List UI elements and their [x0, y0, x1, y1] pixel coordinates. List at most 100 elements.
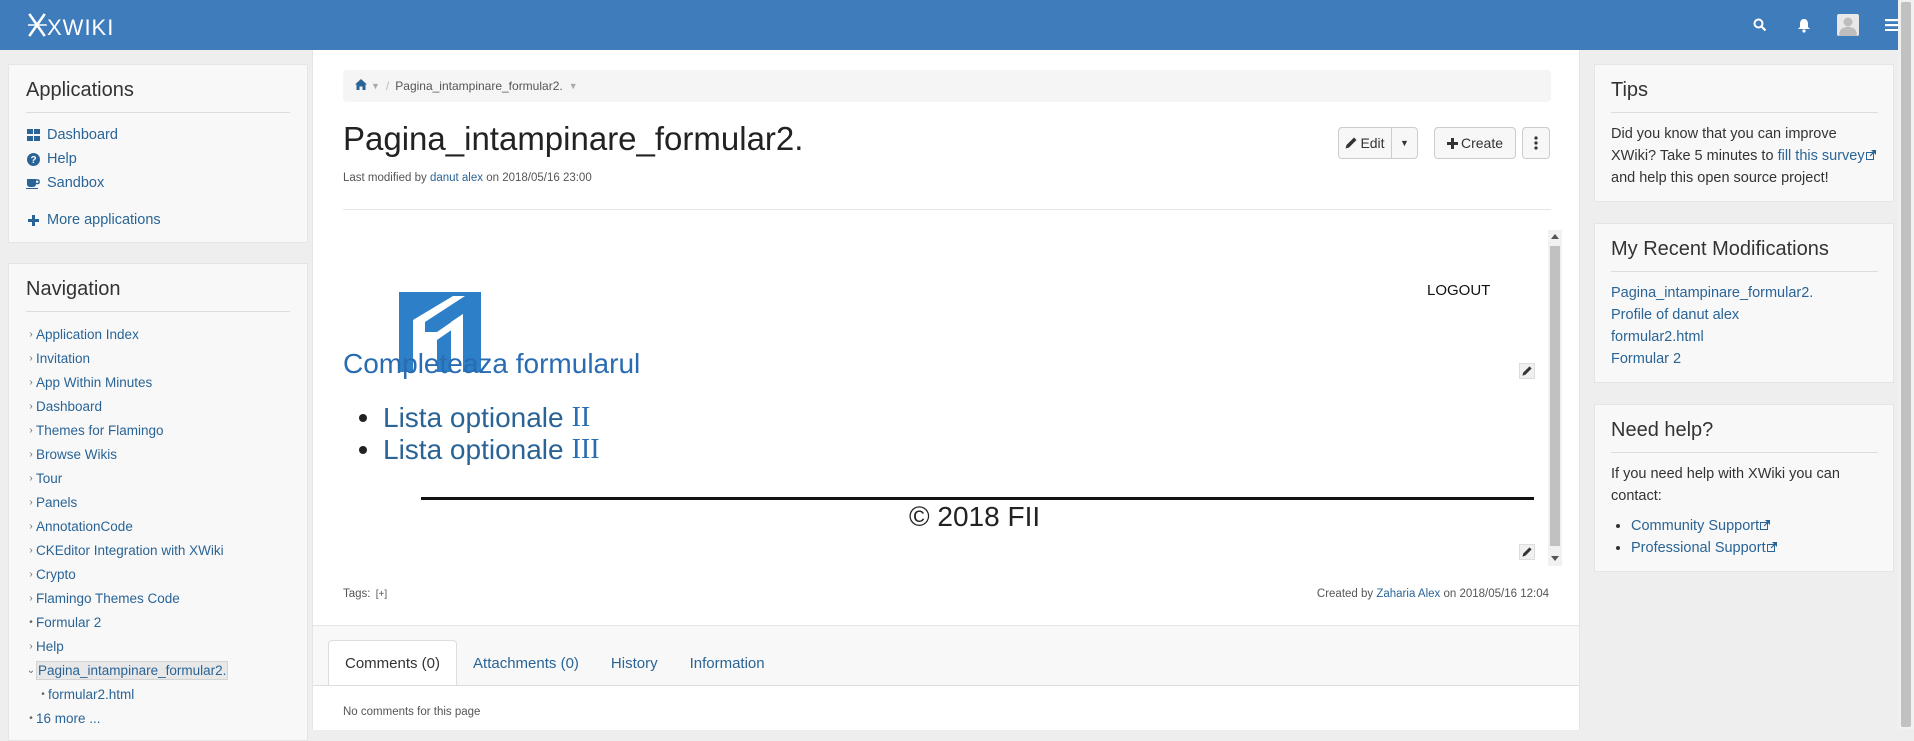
chevron-right-icon[interactable]: › [26, 569, 36, 580]
nav-link[interactable]: Invitation [36, 351, 90, 366]
no-comments-text: No comments for this page [343, 706, 481, 718]
tab-attachments[interactable]: Attachments (0) [457, 640, 595, 686]
recent-item[interactable]: formular2.html [1611, 326, 1878, 348]
option-link-roman[interactable]: III [572, 434, 600, 466]
nav-item[interactable]: › Invitation [26, 346, 290, 370]
survey-link[interactable]: fill this survey [1778, 148, 1865, 164]
navigation-panel: Navigation › Application Index › Invitatio… [8, 263, 308, 741]
nav-link[interactable]: App Within Minutes [36, 375, 152, 390]
nav-item[interactable]: › Help [26, 634, 290, 658]
chevron-right-icon[interactable]: › [26, 521, 36, 532]
professional-support-link[interactable]: Professional Support [1631, 540, 1766, 556]
app-label-dashboard[interactable]: Dashboard [47, 127, 118, 143]
nav-link[interactable]: CKEditor Integration with XWiki [36, 543, 224, 558]
breadcrumb-current[interactable]: Pagina_intampinare_formular2. [395, 79, 562, 93]
more-applications[interactable]: More applications [26, 208, 290, 232]
nav-link[interactable]: formular2.html [48, 687, 134, 702]
app-label-help[interactable]: Help [47, 151, 77, 167]
page-scrollbar-thumb[interactable] [1901, 2, 1911, 727]
recent-item[interactable]: Pagina_intampinare_formular2. [1611, 282, 1878, 304]
page-scrollbar[interactable] [1898, 0, 1914, 729]
nav-item[interactable]: › Panels [26, 490, 290, 514]
nav-link[interactable]: Browse Wikis [36, 447, 117, 462]
tab-comments[interactable]: Comments (0) [328, 640, 458, 686]
nav-item[interactable]: • Formular 2 [26, 610, 290, 634]
nav-link[interactable]: AnnotationCode [36, 519, 133, 534]
nav-item[interactable]: › Themes for Flamingo [26, 418, 290, 442]
caret-down-icon[interactable]: ▼ [371, 81, 380, 91]
chevron-down-icon[interactable]: ⌄ [26, 665, 36, 676]
chevron-right-icon[interactable]: › [26, 353, 36, 364]
app-label-sandbox[interactable]: Sandbox [47, 175, 104, 191]
recent-item[interactable]: Formular 2 [1611, 348, 1878, 370]
community-support-link[interactable]: Community Support [1631, 518, 1759, 534]
nav-link[interactable]: Dashboard [36, 399, 102, 414]
nav-link[interactable]: Flamingo Themes Code [36, 591, 180, 606]
app-item-dashboard[interactable]: Dashboard [26, 123, 290, 147]
app-item-sandbox[interactable]: Sandbox [26, 171, 290, 195]
chevron-right-icon[interactable]: › [26, 497, 36, 508]
tags: Tags: [+] [343, 588, 387, 600]
xwiki-logo[interactable]: XWIKI [28, 11, 118, 39]
edit-section-icon[interactable] [1519, 363, 1535, 379]
option-link-label[interactable]: Lista optionale [383, 402, 564, 434]
content-scrollbar-thumb[interactable] [1550, 246, 1560, 546]
chevron-right-icon[interactable]: › [26, 377, 36, 388]
create-button[interactable]: Create [1434, 127, 1516, 159]
nav-item[interactable]: › App Within Minutes [26, 370, 290, 394]
nav-link[interactable]: Panels [36, 495, 77, 510]
chevron-right-icon[interactable]: › [26, 425, 36, 436]
nav-more-link[interactable]: 16 more ... [36, 711, 101, 726]
tab-information[interactable]: Information [674, 640, 781, 686]
nav-item-more[interactable]: • 16 more ... [26, 706, 290, 730]
coffee-icon [26, 177, 40, 189]
nav-item[interactable]: › Application Index [26, 322, 290, 346]
created-by-link[interactable]: Zaharia Alex [1376, 588, 1440, 600]
option-link-roman[interactable]: II [572, 402, 591, 434]
form-heading-link[interactable]: Completeaza formularul [343, 348, 640, 380]
search-icon[interactable] [1738, 0, 1782, 50]
more-actions-button[interactable] [1522, 127, 1550, 159]
nav-item[interactable]: › Browse Wikis [26, 442, 290, 466]
edit-section-icon[interactable] [1519, 544, 1535, 560]
nav-link[interactable]: Formular 2 [36, 615, 101, 630]
nav-link[interactable]: Application Index [36, 327, 139, 342]
content-scrollbar[interactable] [1548, 230, 1562, 566]
user-avatar-icon[interactable] [1826, 0, 1870, 50]
chevron-right-icon[interactable]: › [26, 329, 36, 340]
nav-link[interactable]: Crypto [36, 567, 76, 582]
nav-item[interactable]: › Dashboard [26, 394, 290, 418]
more-applications-label[interactable]: More applications [47, 212, 161, 228]
nav-item[interactable]: › AnnotationCode [26, 514, 290, 538]
nav-link[interactable]: Tour [36, 471, 62, 486]
nav-link[interactable]: Help [36, 639, 64, 654]
nav-item[interactable]: › Tour [26, 466, 290, 490]
modified-by-link[interactable]: danut alex [430, 172, 483, 184]
option-link-label[interactable]: Lista optionale [383, 434, 564, 466]
app-item-help[interactable]: ? Help [26, 147, 290, 171]
nav-item[interactable]: › Crypto [26, 562, 290, 586]
nav-link[interactable]: Themes for Flamingo [36, 423, 164, 438]
edit-dropdown-toggle[interactable]: ▼ [1392, 127, 1418, 159]
chevron-right-icon[interactable]: › [26, 473, 36, 484]
chevron-right-icon[interactable]: › [26, 641, 36, 652]
home-icon[interactable] [355, 79, 367, 93]
nav-item-current[interactable]: ⌄ Pagina_intampinare_formular2. [26, 658, 290, 682]
caret-down-icon[interactable]: ▼ [569, 81, 578, 91]
list-item[interactable]: Lista optionale II [343, 402, 600, 434]
edit-button[interactable]: Edit [1338, 127, 1392, 159]
add-tag-button[interactable]: [+] [376, 589, 387, 600]
list-item[interactable]: Lista optionale III [343, 434, 600, 466]
nav-item-child[interactable]: • formular2.html [26, 682, 290, 706]
recent-item[interactable]: Profile of danut alex [1611, 304, 1878, 326]
nav-link-current[interactable]: Pagina_intampinare_formular2. [36, 660, 229, 680]
nav-item[interactable]: › Flamingo Themes Code [26, 586, 290, 610]
nav-item[interactable]: › CKEditor Integration with XWiki [26, 538, 290, 562]
chevron-right-icon[interactable]: › [26, 401, 36, 412]
chevron-right-icon[interactable]: › [26, 545, 36, 556]
tab-history[interactable]: History [595, 640, 674, 686]
chevron-right-icon[interactable]: › [26, 593, 36, 604]
chevron-right-icon[interactable]: › [26, 449, 36, 460]
logout-link[interactable]: LOGOUT [1427, 282, 1490, 299]
bell-icon[interactable] [1782, 0, 1826, 50]
